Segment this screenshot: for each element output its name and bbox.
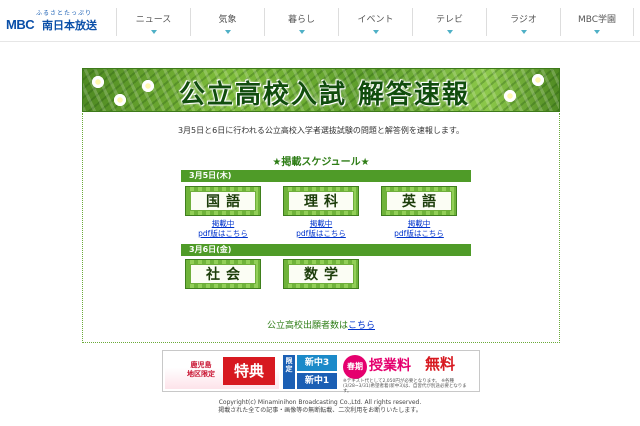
nav-label: ラジオ <box>510 15 537 25</box>
ad-free-label: 無料 <box>425 355 456 373</box>
ad-spring-badge: 春期 <box>343 355 367 379</box>
status-link[interactable]: 掲載中 <box>175 219 271 229</box>
subject-button-social[interactable]: 社会 <box>185 259 261 289</box>
ad-special-label: 特典 <box>223 357 275 385</box>
subject-links-japanese: 掲載中 pdf版はこちら <box>175 219 271 239</box>
nav-item-tv[interactable]: テレビ <box>412 8 486 36</box>
chevron-down-icon <box>150 30 157 34</box>
chevron-down-icon <box>298 30 305 34</box>
content-panel: 3月5日と6日に行われる公立高校入学者選抜試験の問題と解答例を速報します。 ★掲… <box>82 113 560 343</box>
ad-grade-top: 新中3 <box>297 355 337 371</box>
nav-label: テレビ <box>435 15 463 25</box>
ad-fee-label: 授業料 <box>369 358 411 374</box>
status-link[interactable]: 掲載中 <box>371 219 467 229</box>
date-bar-day2: 3月6日(金) <box>181 244 471 256</box>
pdf-link[interactable]: pdf版はこちら <box>175 229 271 239</box>
nav-label: 暮らし <box>287 15 315 25</box>
flower-decoration <box>113 93 127 107</box>
logo-mark: MBC <box>6 17 35 32</box>
site-footer: Copyright(c) Minaminihon Broadcasting Co… <box>0 399 640 415</box>
notice-text: 掲載された全ての記事・画像等の無断転載、二次利用をお断りいたします。 <box>218 407 422 414</box>
chevron-down-icon <box>372 30 379 34</box>
exam-banner: 公立高校入試 解答速報 <box>82 68 560 112</box>
subject-label: 英語 <box>386 191 452 211</box>
flower-decoration <box>141 79 155 93</box>
logo-tagline: ふるさとたっぷり <box>36 10 93 17</box>
intro-text: 3月5日と6日に行われる公立高校入学者選抜試験の問題と解答例を速報します。 <box>177 126 465 135</box>
nav-item-event[interactable]: イベント <box>338 8 412 36</box>
pdf-link[interactable]: pdf版はこちら <box>273 229 369 239</box>
schedule-title: ★掲載スケジュール★ <box>272 157 370 168</box>
subject-links-english: 掲載中 pdf版はこちら <box>371 219 467 239</box>
subject-button-math[interactable]: 数学 <box>283 259 359 289</box>
ad-banner[interactable]: 鹿児島 地区限定 特典 限定 新中3 新中1 春期 授業料 無料 ※テキスト代と… <box>162 350 480 394</box>
nav-item-radio[interactable]: ラジオ <box>486 8 560 36</box>
chevron-down-icon <box>520 30 527 34</box>
site-header: ふるさとたっぷり MBC 南日本放送 ニュース 気象 暮らし イベント テレビ … <box>0 0 640 42</box>
subject-button-english[interactable]: 英語 <box>381 186 457 216</box>
flower-decoration <box>531 73 545 87</box>
nav-label: 気象 <box>218 15 237 25</box>
applicants-link[interactable]: こちら <box>348 321 375 331</box>
banner-title: 公立高校入試 解答速報 <box>179 80 471 110</box>
pdf-link[interactable]: pdf版はこちら <box>371 229 467 239</box>
ad-grade-bottom: 新中1 <box>297 373 337 389</box>
nav-label: ニュース <box>135 15 172 25</box>
date-bar-day1: 3月5日(木) <box>181 170 471 182</box>
subject-button-japanese[interactable]: 国語 <box>185 186 261 216</box>
nav-item-weather[interactable]: 気象 <box>190 8 264 36</box>
ad-limited-label: 限定 <box>283 355 295 389</box>
ad-note: ※テキスト代として2,050円が必要となります。 ※各種(3/28~3/31)希… <box>343 379 467 394</box>
copyright-text: Copyright(c) Minaminihon Broadcasting Co… <box>218 399 422 406</box>
nav-item-news[interactable]: ニュース <box>116 8 190 36</box>
chevron-down-icon <box>594 30 600 34</box>
nav-item-mbc-gakuen[interactable]: MBC学園 <box>560 8 634 36</box>
flower-decoration <box>91 75 105 89</box>
subject-label: 理科 <box>288 191 354 211</box>
subject-button-science[interactable]: 理科 <box>283 186 359 216</box>
chevron-down-icon <box>224 30 231 34</box>
chevron-down-icon <box>446 30 453 34</box>
applicants-text: 公立高校出願者数は <box>266 321 348 331</box>
subject-label: 社会 <box>190 264 256 284</box>
flower-decoration <box>503 89 517 103</box>
nav-label: イベント <box>357 15 394 25</box>
applicants-line: 公立高校出願者数はこちら <box>83 318 559 331</box>
ad-left-panel: 鹿児島 地区限定 特典 <box>165 353 279 389</box>
nav-label: MBC学園 <box>577 15 617 25</box>
subject-links-science: 掲載中 pdf版はこちら <box>273 219 369 239</box>
mbc-logo[interactable]: ふるさとたっぷり MBC 南日本放送 <box>6 8 116 36</box>
subject-label: 国語 <box>190 191 256 211</box>
logo-station-name: 南日本放送 <box>42 19 97 32</box>
ad-region-label: 鹿児島 地区限定 <box>187 361 215 378</box>
nav-item-living[interactable]: 暮らし <box>264 8 338 36</box>
global-nav: ニュース 気象 暮らし イベント テレビ ラジオ MBC学園 <box>116 8 634 36</box>
status-link[interactable]: 掲載中 <box>273 219 369 229</box>
subject-label: 数学 <box>288 264 354 284</box>
